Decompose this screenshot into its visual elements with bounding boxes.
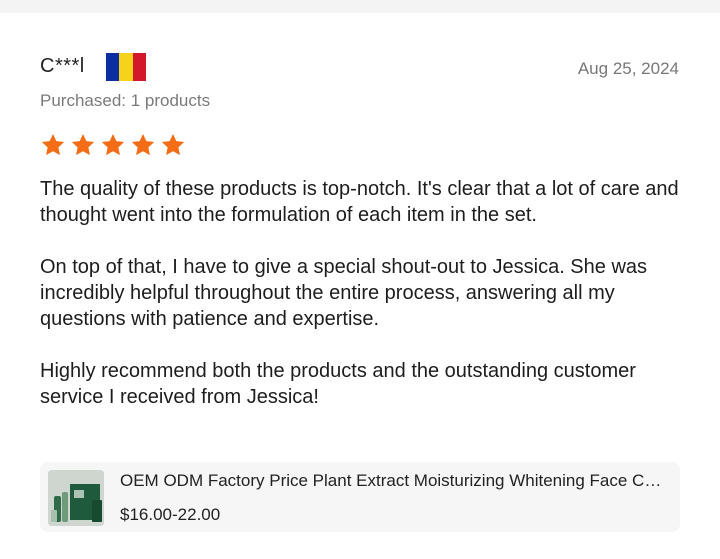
product-thumbnail[interactable]	[48, 470, 104, 526]
star-icon	[161, 133, 185, 156]
reviewer-name: C***l	[40, 55, 85, 77]
star-icon	[101, 133, 125, 156]
review-text: The quality of these products is top-not…	[40, 176, 680, 436]
product-title-link[interactable]: OEM ODM Factory Price Plant Extract Mois…	[120, 471, 666, 491]
review-paragraph: Highly recommend both the products and t…	[40, 360, 636, 408]
review-paragraph: On top of that, I have to give a special…	[40, 256, 648, 330]
review-card: C***l Aug 25, 2024 Purchased: 1 products…	[0, 13, 720, 559]
purchased-count: Purchased: 1 products	[40, 91, 211, 110]
product-link-card[interactable]: OEM ODM Factory Price Plant Extract Mois…	[40, 462, 680, 532]
flag-stripe-yellow	[119, 53, 133, 81]
romania-flag-icon	[106, 53, 146, 81]
star-icon	[41, 133, 65, 156]
flag-stripe-blue	[106, 53, 120, 81]
star-icon	[71, 133, 95, 156]
review-date: Aug 25, 2024	[577, 59, 679, 78]
review-paragraph: The quality of these products is top-not…	[40, 178, 679, 226]
star-rating	[40, 132, 186, 158]
star-icon	[131, 133, 155, 156]
product-price: $16.00-22.00	[120, 505, 221, 524]
skincare-set-icon	[48, 470, 104, 526]
flag-stripe-red	[132, 53, 146, 81]
